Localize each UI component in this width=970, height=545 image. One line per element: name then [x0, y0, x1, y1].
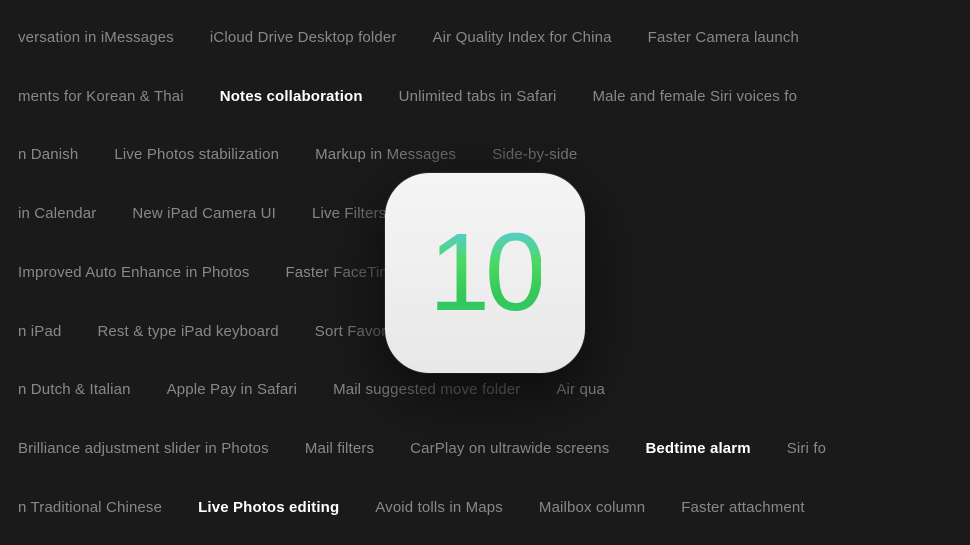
- feature-item: Bedtime alarm: [627, 440, 768, 457]
- feature-item: Mail filters: [287, 440, 392, 457]
- feature-item: n iPad: [0, 323, 79, 340]
- ios-logo-container: 10: [380, 168, 590, 378]
- feature-row: ments for Korean & Thai Notes collaborat…: [0, 88, 970, 105]
- feature-item: n Danish: [0, 146, 96, 163]
- feature-item: Air Quality Index for China: [415, 29, 630, 46]
- feature-item: Faster attachment: [663, 499, 822, 516]
- feature-item: Notes collaboration: [202, 88, 381, 105]
- feature-row: n Danish Live Photos stabilization Marku…: [0, 146, 970, 163]
- feature-item: n Traditional Chinese: [0, 499, 180, 516]
- feature-item: Unlimited tabs in Safari: [381, 88, 575, 105]
- feature-item: ments for Korean & Thai: [0, 88, 202, 105]
- feature-item: Side-by-side: [474, 146, 595, 163]
- feature-row: n Dutch & Italian Apple Pay in Safari Ma…: [0, 381, 970, 398]
- feature-item: Live Photos editing: [180, 499, 357, 516]
- feature-item: Brilliance adjustment slider in Photos: [0, 440, 287, 457]
- feature-item: Siri fo: [769, 440, 844, 457]
- feature-item: Markup in Messages: [297, 146, 474, 163]
- ios-logo-text: 10: [429, 218, 541, 328]
- feature-item: Avoid tolls in Maps: [357, 499, 521, 516]
- feature-item: iCloud Drive Desktop folder: [192, 29, 415, 46]
- feature-item: Improved Auto Enhance in Photos: [0, 264, 267, 281]
- feature-row: versation in iMessages iCloud Drive Desk…: [0, 29, 970, 46]
- ios-logo-box: 10: [385, 173, 585, 373]
- feature-item: Faster Camera launch: [630, 29, 817, 46]
- feature-item: Male and female Siri voices fo: [574, 88, 815, 105]
- feature-row: Brilliance adjustment slider in Photos M…: [0, 440, 970, 457]
- feature-item: versation in iMessages: [0, 29, 192, 46]
- feature-item: Mail suggested move folder: [315, 381, 538, 398]
- feature-item: CarPlay on ultrawide screens: [392, 440, 627, 457]
- feature-item: n Dutch & Italian: [0, 381, 149, 398]
- feature-item: Mailbox column: [521, 499, 663, 516]
- feature-item: Air qua: [538, 381, 623, 398]
- feature-item: in Calendar: [0, 205, 114, 222]
- feature-item: Rest & type iPad keyboard: [79, 323, 296, 340]
- feature-item: New iPad Camera UI: [114, 205, 294, 222]
- feature-item: Apple Pay in Safari: [149, 381, 315, 398]
- feature-item: Live Photos stabilization: [96, 146, 297, 163]
- feature-row: n Traditional Chinese Live Photos editin…: [0, 499, 970, 516]
